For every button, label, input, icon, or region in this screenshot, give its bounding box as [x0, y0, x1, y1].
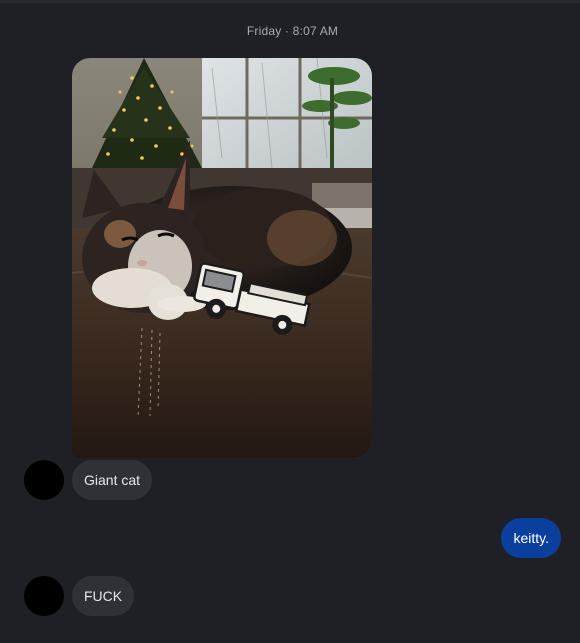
message-timestamp: Friday · 8:07 AM [246, 24, 339, 38]
avatar[interactable] [24, 460, 64, 500]
message-bubble-incoming[interactable]: FUCK [72, 576, 135, 616]
message-bubble-incoming[interactable]: Giant cat [72, 460, 153, 500]
cat-photo-illustration [72, 58, 372, 458]
image-attachment[interactable] [72, 58, 372, 458]
avatar[interactable] [24, 576, 64, 616]
message-bubble-outgoing[interactable]: keitty. [501, 518, 561, 558]
header-divider [0, 0, 580, 3]
